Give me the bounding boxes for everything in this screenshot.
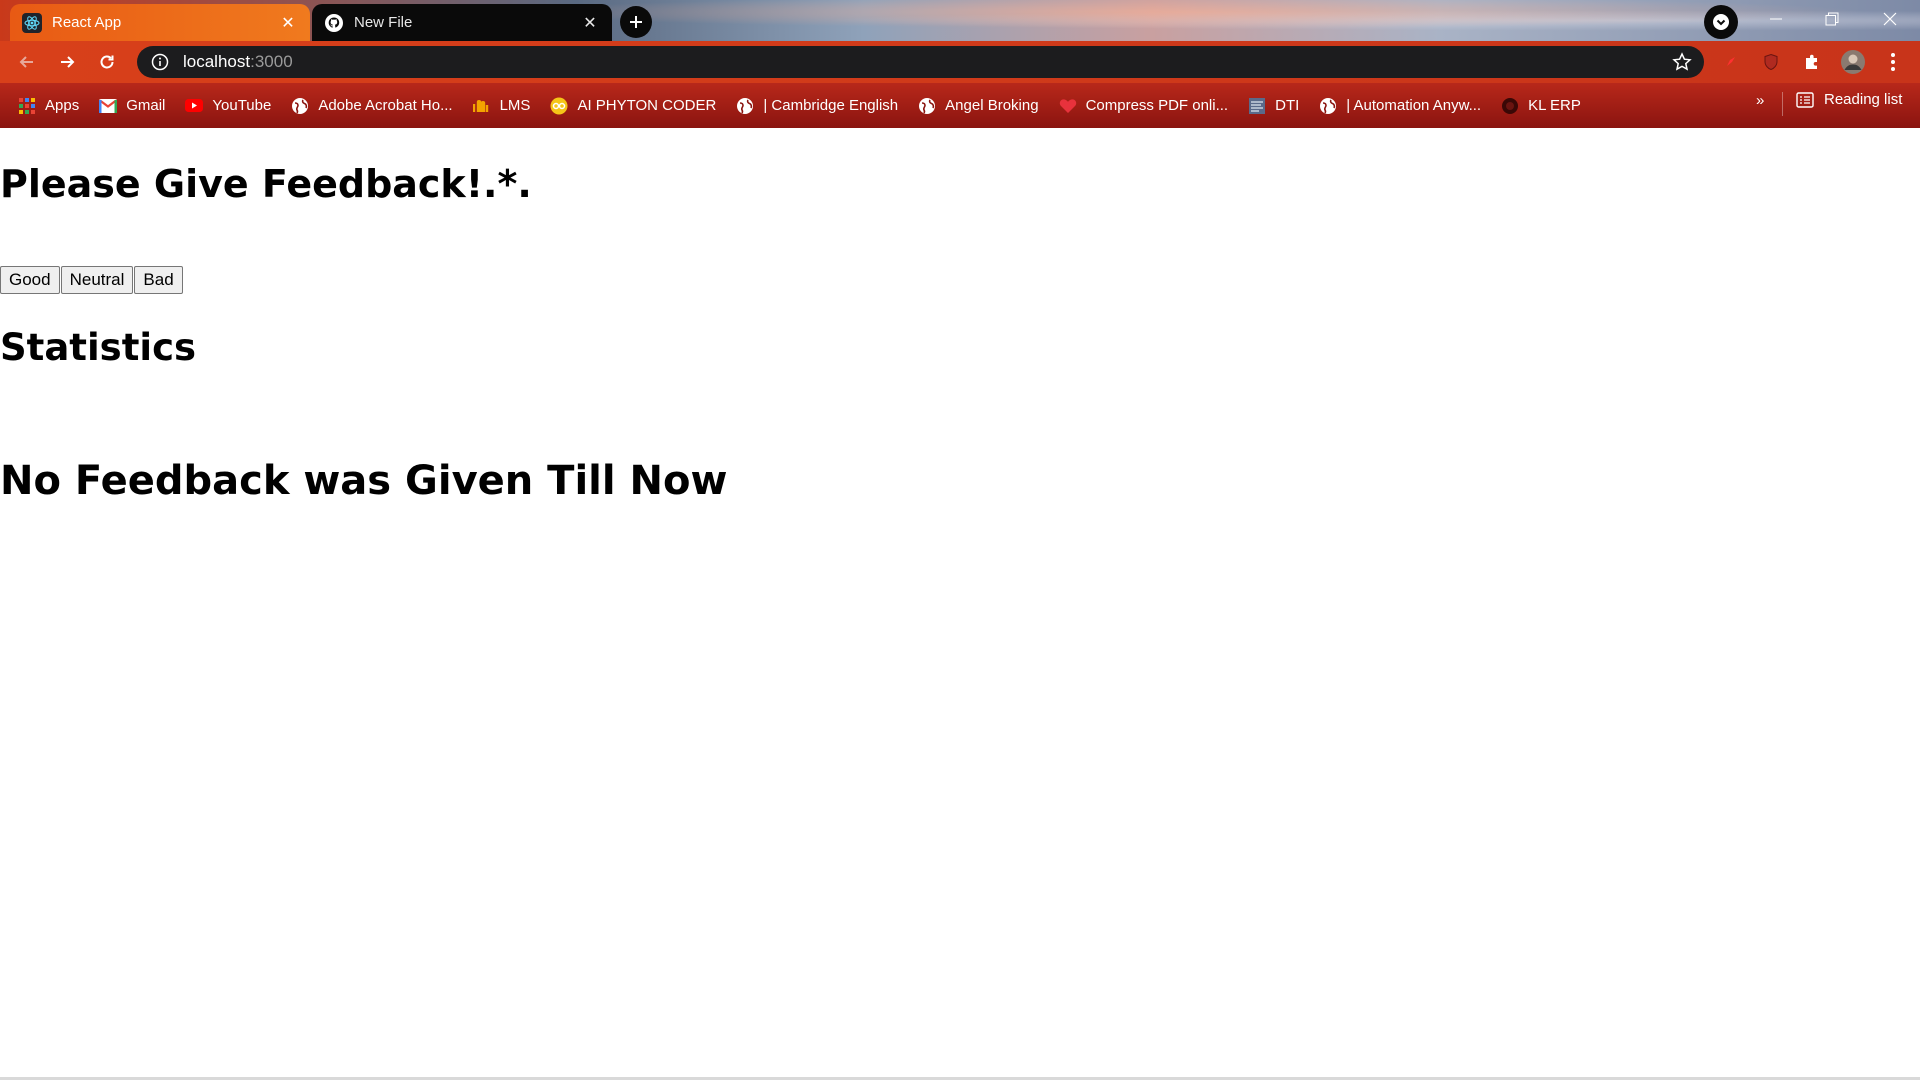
kl-erp-icon bbox=[1501, 97, 1519, 115]
gmail-icon bbox=[99, 97, 118, 115]
bookmark-label: Compress PDF onli... bbox=[1085, 97, 1229, 114]
tab-search-button[interactable] bbox=[1704, 5, 1738, 39]
reading-list-icon bbox=[1796, 91, 1814, 108]
bookmark-label: LMS bbox=[499, 97, 531, 114]
menu-kebab-icon[interactable] bbox=[1880, 49, 1906, 75]
tab-title: React App bbox=[52, 14, 122, 31]
globe-icon bbox=[736, 97, 754, 115]
page-content: Please Give Feedback!.*. Good Neutral Ba… bbox=[0, 128, 1920, 1078]
bookmark-lms[interactable]: LMS bbox=[472, 92, 531, 120]
globe-icon bbox=[918, 97, 936, 115]
bookmark-automation-anywhere[interactable]: | Automation Anyw... bbox=[1319, 92, 1481, 120]
bookmark-label: YouTube bbox=[212, 97, 272, 114]
youtube-icon bbox=[185, 97, 204, 115]
feedback-buttons: Good Neutral Bad bbox=[0, 266, 184, 294]
page-title: Please Give Feedback!.*. bbox=[0, 162, 532, 206]
bookmark-ai-phyton-coder[interactable]: AI PHYTON CODER bbox=[550, 92, 716, 120]
tab-title: New File bbox=[354, 14, 413, 31]
apps-grid-icon bbox=[18, 97, 36, 115]
browser-toolbar: localhost:3000 bbox=[0, 41, 1920, 83]
arrow-right-icon bbox=[61, 56, 75, 68]
dti-icon bbox=[1248, 97, 1266, 115]
bookmark-dti[interactable]: DTI bbox=[1248, 92, 1299, 120]
plus-icon bbox=[630, 16, 642, 28]
close-tab-icon[interactable]: ✕ bbox=[278, 13, 298, 33]
reading-list-button[interactable]: Reading list bbox=[1796, 91, 1902, 108]
bookmark-angel-broking[interactable]: Angel Broking bbox=[918, 92, 1039, 120]
coder-icon bbox=[550, 97, 568, 115]
heart-icon bbox=[1059, 97, 1077, 115]
react-icon bbox=[22, 12, 42, 33]
url-text[interactable]: localhost:3000 bbox=[183, 52, 293, 72]
profile-avatar[interactable] bbox=[1840, 49, 1866, 75]
bookmark-compress-pdf[interactable]: Compress PDF onli... bbox=[1059, 92, 1229, 120]
extensions-puzzle-icon[interactable] bbox=[1799, 49, 1825, 75]
globe-icon bbox=[1319, 97, 1337, 115]
close-window-button[interactable] bbox=[1862, 0, 1918, 38]
bookmark-cambridge-english[interactable]: | Cambridge English bbox=[736, 92, 898, 120]
bookmark-label: | Automation Anyw... bbox=[1346, 97, 1482, 114]
lms-icon bbox=[472, 97, 491, 115]
chevron-down-icon bbox=[1713, 14, 1729, 30]
statistics-heading: Statistics bbox=[0, 326, 197, 369]
neutral-button[interactable]: Neutral bbox=[60, 266, 134, 294]
bookmark-adobe-acrobat[interactable]: Adobe Acrobat Ho... bbox=[291, 92, 453, 120]
info-icon[interactable] bbox=[151, 53, 169, 71]
bookmark-label: Apps bbox=[45, 97, 80, 114]
extension-rocket-icon[interactable] bbox=[1718, 49, 1744, 75]
address-bar[interactable]: localhost:3000 bbox=[137, 46, 1704, 78]
reload-button[interactable] bbox=[92, 47, 122, 77]
forward-button[interactable] bbox=[52, 47, 82, 77]
bookmark-youtube[interactable]: YouTube bbox=[185, 92, 271, 120]
arrow-left-icon bbox=[19, 56, 33, 68]
bookmark-label: Angel Broking bbox=[945, 97, 1039, 114]
bad-button[interactable]: Bad bbox=[134, 266, 183, 294]
github-icon bbox=[324, 13, 344, 33]
bookmark-label: | Cambridge English bbox=[763, 97, 899, 114]
minimize-button[interactable] bbox=[1748, 0, 1804, 38]
restore-icon bbox=[1825, 12, 1839, 26]
url-port: :3000 bbox=[250, 52, 293, 71]
close-icon bbox=[1883, 12, 1897, 26]
bookmarks-divider bbox=[1782, 92, 1783, 116]
bookmark-gmail[interactable]: Gmail bbox=[99, 92, 165, 120]
bookmark-kl-erp[interactable]: KL ERP bbox=[1501, 92, 1581, 120]
bookmarks-bar: Apps Gmail YouTube Adobe Acrobat Ho... L… bbox=[0, 83, 1920, 128]
bookmark-label: KL ERP bbox=[1528, 97, 1581, 114]
globe-icon bbox=[291, 97, 309, 115]
extension-shield-icon[interactable] bbox=[1758, 49, 1784, 75]
no-feedback-message: No Feedback was Given Till Now bbox=[0, 458, 728, 504]
back-button[interactable] bbox=[12, 47, 42, 77]
restore-button[interactable] bbox=[1804, 0, 1860, 38]
tab-strip: React App ✕ New File ✕ bbox=[0, 0, 1920, 41]
bookmark-label: AI PHYTON CODER bbox=[577, 97, 717, 114]
reload-icon bbox=[100, 55, 114, 69]
reading-list-label: Reading list bbox=[1824, 91, 1903, 108]
tab-new-file[interactable]: New File ✕ bbox=[312, 4, 612, 41]
new-tab-button[interactable] bbox=[620, 6, 652, 38]
bookmark-label: Adobe Acrobat Ho... bbox=[318, 97, 453, 114]
tab-react-app[interactable]: React App ✕ bbox=[10, 4, 310, 41]
bookmark-label: Gmail bbox=[126, 97, 166, 114]
more-bookmarks-button[interactable]: » bbox=[1756, 92, 1764, 109]
minimize-icon bbox=[1770, 18, 1782, 20]
close-tab-icon[interactable]: ✕ bbox=[580, 13, 600, 33]
good-button[interactable]: Good bbox=[0, 266, 60, 294]
url-host: localhost bbox=[183, 52, 251, 71]
bookmark-apps[interactable]: Apps bbox=[18, 92, 79, 120]
bookmark-label: DTI bbox=[1275, 97, 1300, 114]
bookmark-star-icon[interactable] bbox=[1672, 52, 1692, 72]
